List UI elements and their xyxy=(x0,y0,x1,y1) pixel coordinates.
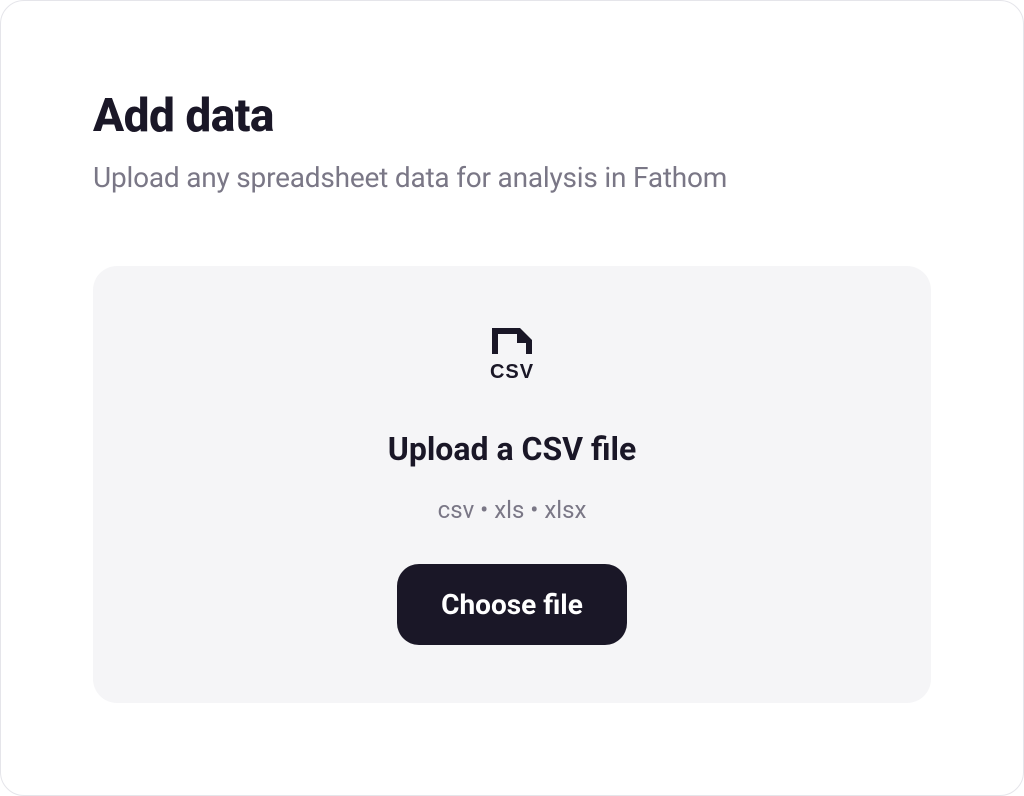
page-subtitle: Upload any spreadsheet data for analysis… xyxy=(93,161,931,194)
upload-card: Add data Upload any spreadsheet data for… xyxy=(0,0,1024,796)
csv-icon-label: CSV xyxy=(490,361,534,383)
upload-dropzone[interactable]: CSV Upload a CSV file csv • xls • xlsx C… xyxy=(93,266,931,703)
choose-file-button[interactable]: Choose file xyxy=(397,564,627,645)
page-title: Add data xyxy=(93,89,931,143)
upload-title: Upload a CSV file xyxy=(388,430,637,468)
csv-file-icon: CSV xyxy=(481,324,543,386)
file-types-label: csv • xls • xlsx xyxy=(438,496,587,524)
